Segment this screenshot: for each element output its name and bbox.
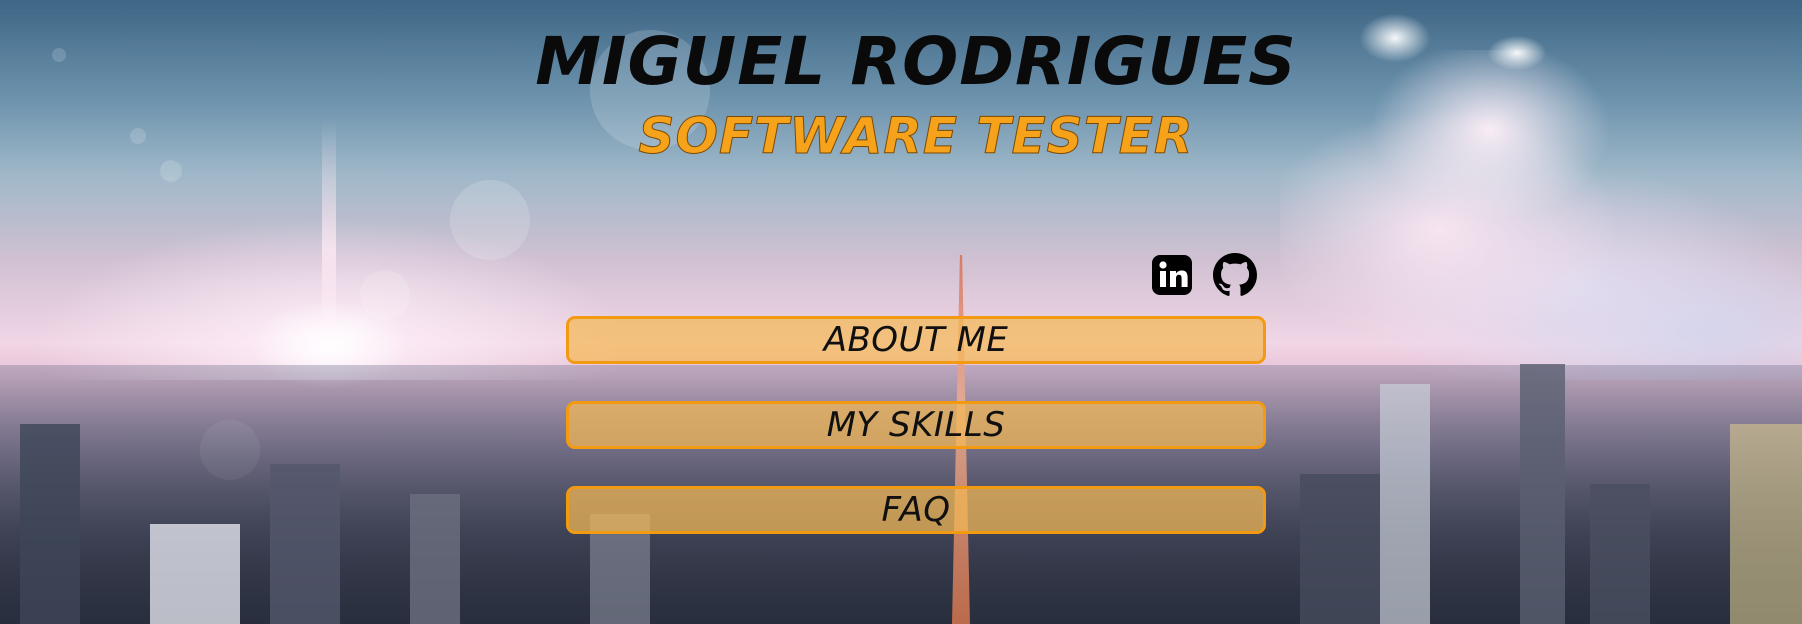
github-icon bbox=[1213, 253, 1257, 296]
github-link[interactable] bbox=[1213, 253, 1257, 297]
faq-button[interactable]: FAQ bbox=[566, 486, 1266, 534]
building bbox=[410, 494, 460, 624]
linkedin-link[interactable] bbox=[1150, 253, 1194, 297]
my-skills-label: MY SKILLS bbox=[826, 405, 1006, 445]
building bbox=[1590, 484, 1650, 624]
building bbox=[1520, 364, 1565, 624]
about-me-label: ABOUT ME bbox=[823, 320, 1009, 360]
building bbox=[20, 424, 80, 624]
bokeh-light bbox=[360, 270, 410, 320]
building bbox=[150, 524, 240, 624]
building bbox=[1730, 424, 1802, 624]
building bbox=[1300, 474, 1380, 624]
page-title: MIGUEL RODRIGUES bbox=[535, 23, 1297, 100]
building bbox=[270, 464, 340, 624]
about-me-button[interactable]: ABOUT ME bbox=[566, 316, 1266, 364]
faq-label: FAQ bbox=[881, 490, 951, 530]
linkedin-icon bbox=[1152, 255, 1192, 295]
building bbox=[1380, 384, 1430, 624]
my-skills-button[interactable]: MY SKILLS bbox=[566, 401, 1266, 449]
page-subtitle: SOFTWARE TESTER bbox=[638, 107, 1194, 166]
bokeh-light bbox=[450, 180, 530, 260]
page-root: MIGUEL RODRIGUES SOFTWARE TESTER ABOUT M… bbox=[0, 0, 1802, 624]
